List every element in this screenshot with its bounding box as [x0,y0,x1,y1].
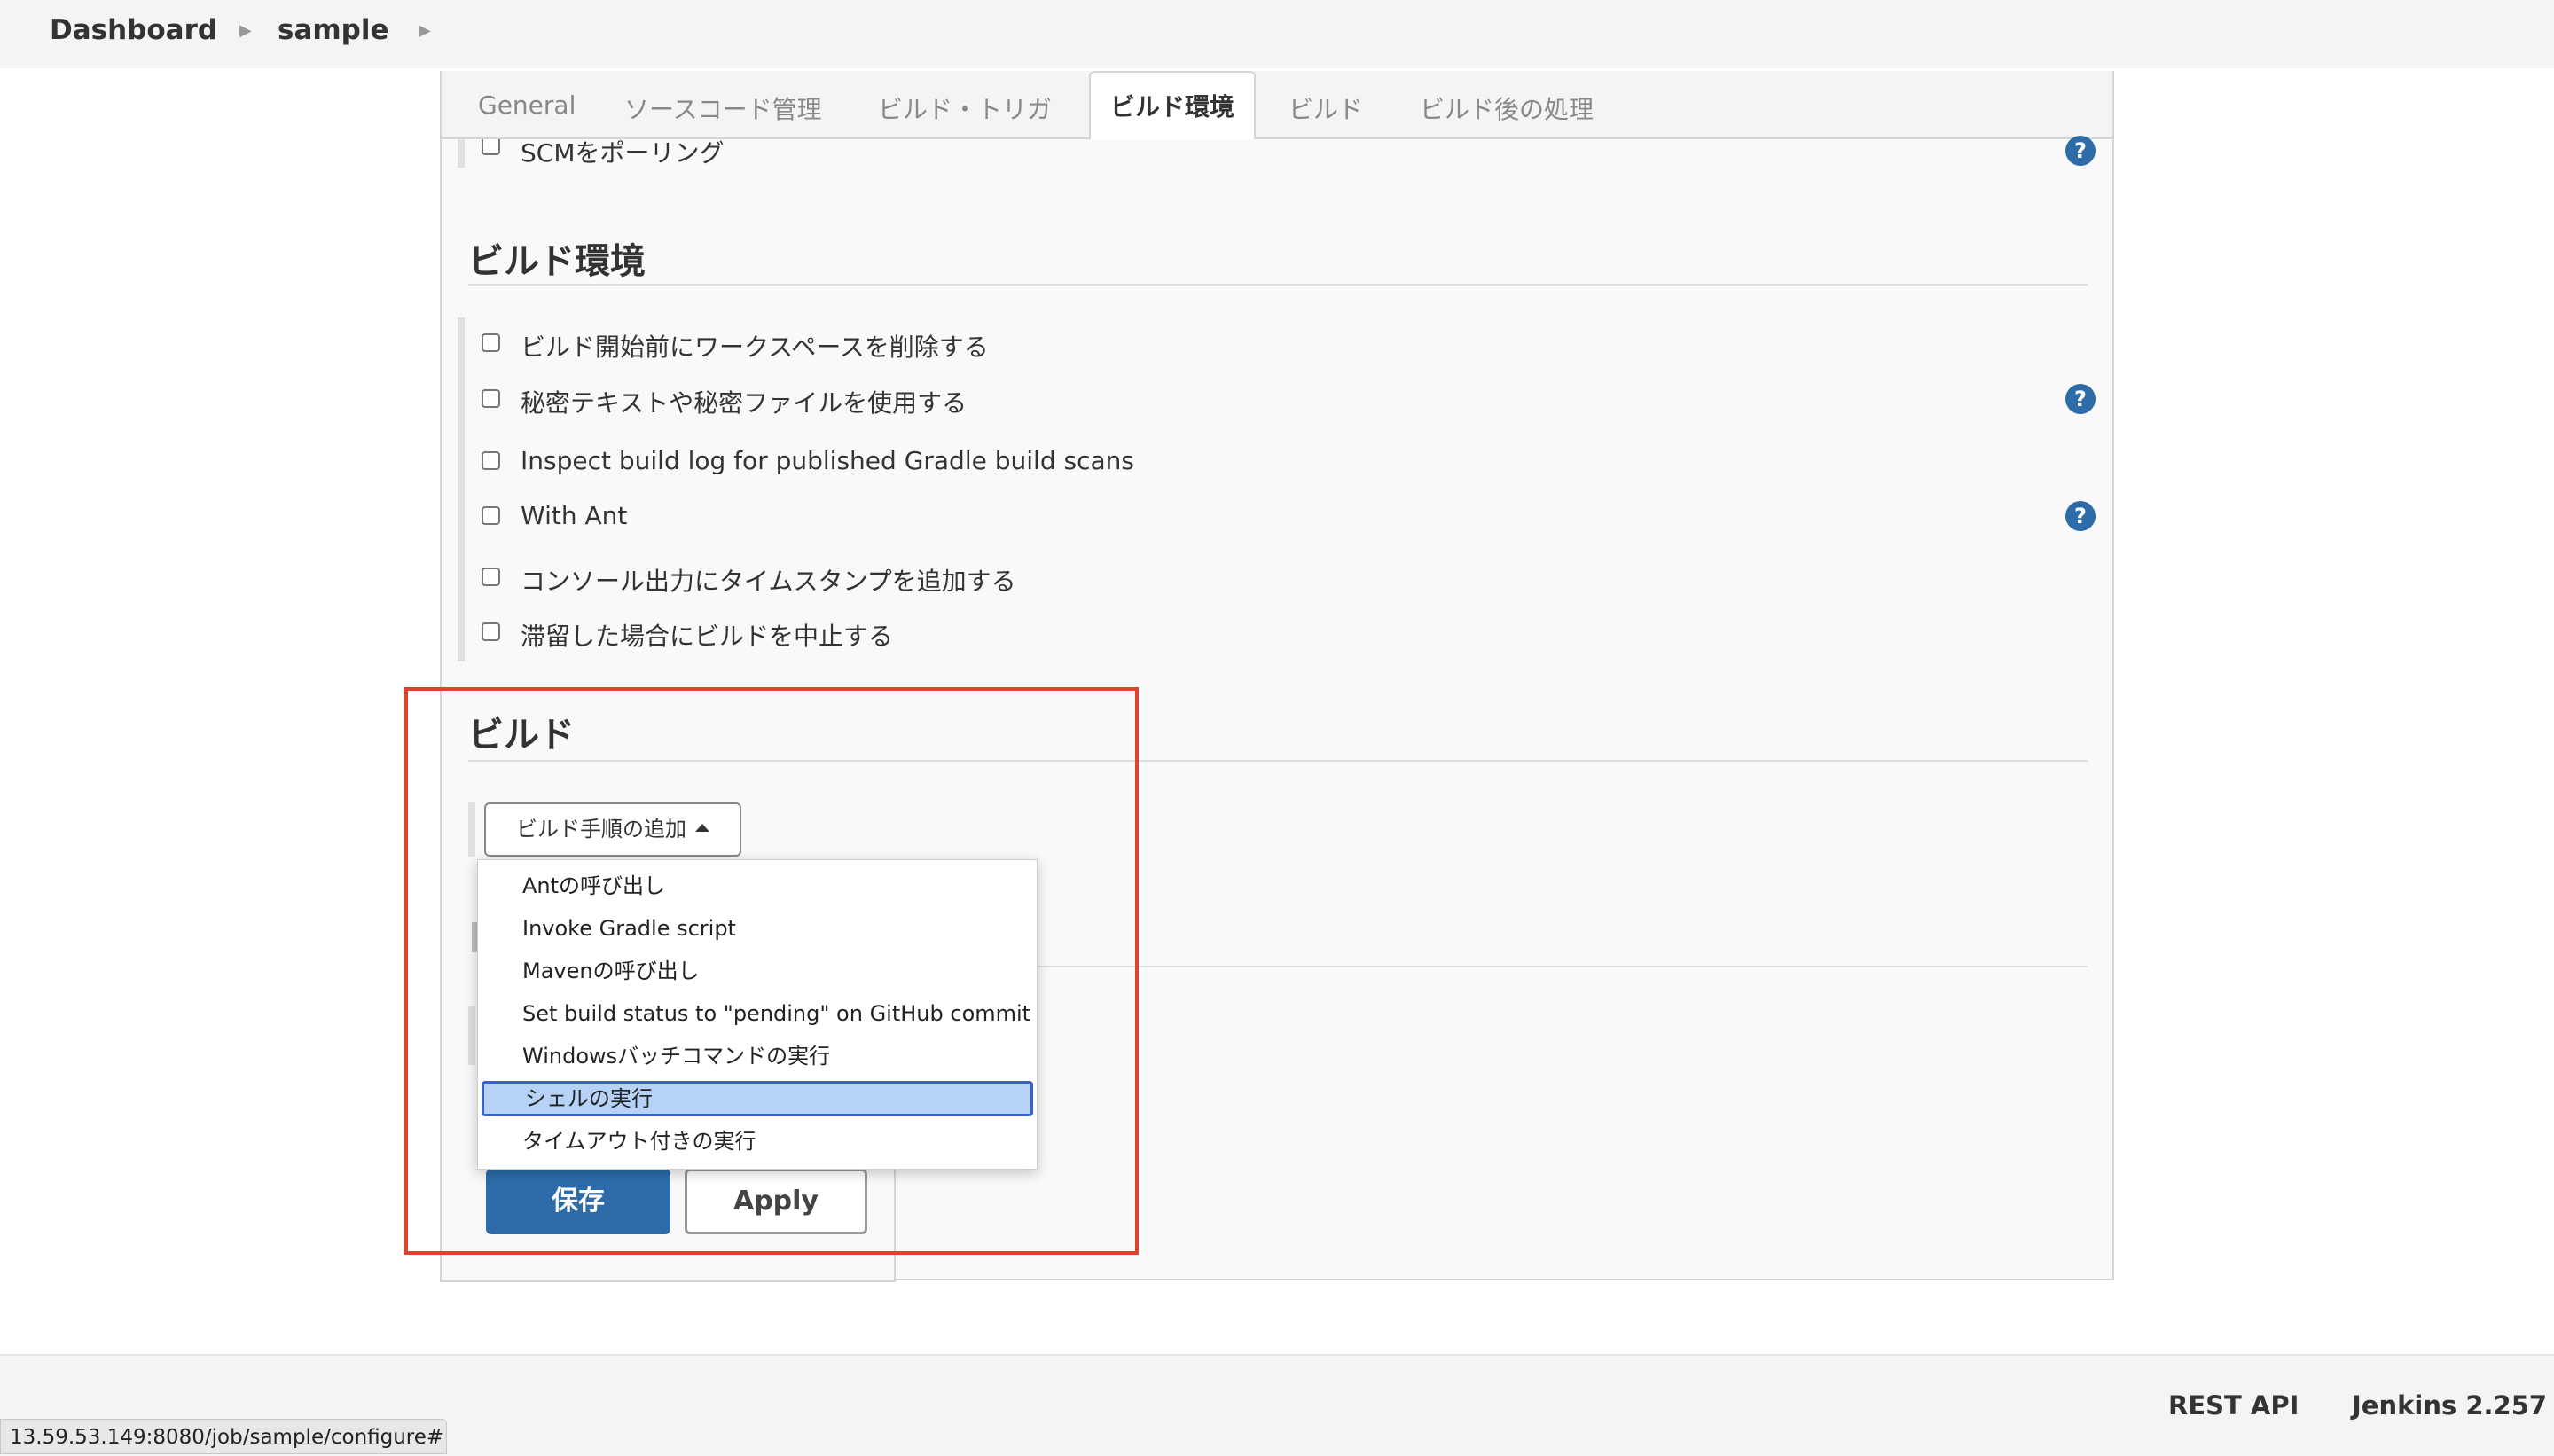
timestamp-label: コンソール出力にタイムスタンプを追加する [521,567,1016,596]
help-icon[interactable]: ? [2065,501,2096,531]
delete-workspace-checkbox[interactable] [482,333,500,352]
secret-files-label: 秘密テキストや秘密ファイルを使用する [521,388,968,418]
chevron-right-icon[interactable]: ▶ [419,21,431,40]
abort-stuck-checkbox[interactable] [482,622,500,641]
tab-scm[interactable]: ソースコード管理 [624,90,822,126]
scm-polling-label: SCMをポーリング [521,138,725,168]
section-indent-bar [458,139,465,168]
section-indent-bar [458,317,465,661]
rest-api-link[interactable]: REST API [2168,1390,2299,1421]
help-icon[interactable]: ? [2065,136,2096,166]
tab-build[interactable]: ビルド [1289,90,1363,126]
breadcrumb: Dashboard ▶ sample ▶ [0,0,2554,68]
section-divider [1038,966,2088,967]
timestamp-checkbox[interactable] [482,568,500,586]
gradle-scan-checkbox[interactable] [482,451,500,470]
config-tabs: General ソースコード管理 ビルド・トリガ ビルド環境 ビルド ビルド後の… [440,71,2114,139]
help-icon[interactable]: ? [2065,384,2096,414]
secret-files-checkbox[interactable] [482,389,500,408]
delete-workspace-label: ビルド開始前にワークスペースを削除する [521,333,989,362]
abort-stuck-label: 滞留した場合にビルドを中止する [521,622,894,651]
tab-build-environment[interactable]: ビルド環境 [1089,71,1257,139]
build-env-title: ビルド環境 [468,241,646,282]
with-ant-checkbox[interactable] [482,506,500,525]
tab-general[interactable]: General [478,90,576,120]
tab-post-build[interactable]: ビルド後の処理 [1420,90,1594,126]
status-url: 13.59.53.149:8080/job/sample/configure# [0,1419,447,1454]
section-divider [468,284,2088,286]
scm-polling-checkbox[interactable] [482,139,500,155]
breadcrumb-dashboard[interactable]: Dashboard [50,14,217,46]
chevron-right-icon[interactable]: ▶ [239,21,252,40]
with-ant-label: With Ant [521,501,628,530]
tab-build-triggers[interactable]: ビルド・トリガ [878,90,1052,126]
gradle-scan-label: Inspect build log for published Gradle b… [521,446,1134,475]
jenkins-version-link[interactable]: Jenkins 2.257 [2352,1390,2547,1421]
breadcrumb-sample[interactable]: sample [278,14,389,46]
highlight-box [404,687,1139,1255]
